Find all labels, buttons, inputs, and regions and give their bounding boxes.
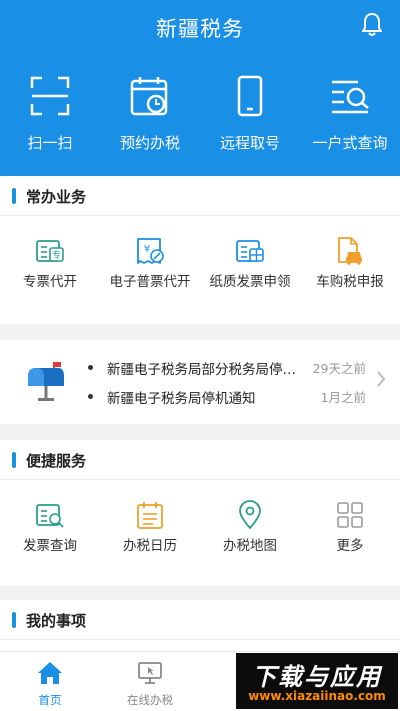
notice-item[interactable]: 新疆电子税务局部分税务局停机通知 29天之前 [88,358,378,378]
svg-text:¥: ¥ [144,244,150,255]
home-icon [38,662,62,684]
e-invoice-icon: ¥ [137,238,164,264]
tab-online-tax[interactable]: 在线办税 [100,652,200,711]
notice-title: 新疆电子税务局部分税务局停机通知 [107,362,302,378]
page-title: 新疆税务 [156,17,244,41]
section-header: 我的事项 [0,600,400,640]
quick-remote-number-button[interactable]: 远程取号 [200,74,300,164]
invoice-query-label: 发票查询 [23,538,77,554]
section-header: 常办业务 [0,176,400,216]
notice-date: 29天之前 [312,361,366,376]
grid-more-icon [337,502,363,528]
scan-icon [30,76,70,116]
search-list-icon [332,80,369,114]
section-title: 便捷服务 [26,452,87,470]
bullet-dot [88,365,93,370]
convenient-services-section: 便捷服务 发票查询 办税日历 办税地图 更多 [0,440,400,586]
watermark-title: 下载与应用 [252,663,382,691]
tax-map-label: 办税地图 [223,538,277,554]
special-invoice-label: 专票代开 [23,274,77,290]
my-items-section: 我的事项 [0,600,400,651]
bullet-dot [88,394,93,399]
paper-invoice-button[interactable]: 纸质发票申领 [200,236,300,291]
tax-calendar-label: 办税日历 [123,538,177,554]
monitor-icon [138,662,162,684]
phone-icon [237,75,263,117]
tax-map-button[interactable]: 办税地图 [200,500,300,555]
quick-account-query-label: 一户式查询 [312,134,388,152]
section-header: 便捷服务 [0,440,400,480]
vehicle-tax-icon [338,237,362,265]
quick-scan-label: 扫一扫 [27,134,73,152]
svg-text:专: 专 [52,249,61,261]
tab-home[interactable]: 首页 [0,652,100,711]
section-title: 我的事项 [26,612,87,630]
special-invoice-button[interactable]: 专 专票代开 [0,236,100,291]
convenient-services-grid: 发票查询 办税日历 办税地图 更多 [0,480,400,555]
bell-icon[interactable] [360,12,384,38]
section-marker [12,452,16,468]
map-pin-icon [239,500,261,529]
e-invoice-button[interactable]: ¥ 电子普票代开 [100,236,200,291]
paper-invoice-icon [236,240,264,262]
tax-calendar-button[interactable]: 办税日历 [100,500,200,555]
section-marker [12,612,16,628]
quick-remote-number-label: 远程取号 [219,134,280,152]
invoice-query-button[interactable]: 发票查询 [0,500,100,555]
chevron-right-icon[interactable] [376,370,386,388]
calendar-clock-icon [130,77,168,116]
common-business-grid: 专 专票代开 ¥ 电子普票代开 纸质发票申领 车购税申报 [0,216,400,291]
tab-home-label: 首页 [38,693,62,707]
vehicle-tax-button[interactable]: 车购税申报 [300,236,400,291]
section-title: 常办业务 [26,188,87,206]
notice-item[interactable]: 新疆电子税务局停机通知 1月之前 [88,387,378,407]
invoice-query-icon [36,504,64,528]
notice-panel[interactable]: 新疆电子税务局部分税务局停机通知 29天之前 新疆电子税务局停机通知 1月之前 [0,340,400,424]
notice-date: 1月之前 [320,390,366,405]
quick-scan-button[interactable]: 扫一扫 [0,74,100,164]
mailbox-icon [28,362,64,401]
watermark-logo: 下载与应用 www.xiazaiinao.com [236,653,398,709]
special-invoice-icon: 专 [36,240,64,262]
quick-appointment-button[interactable]: 预约办税 [100,74,200,164]
tab-online-tax-label: 在线办税 [127,693,173,707]
quick-appointment-label: 预约办税 [119,134,180,152]
common-business-section: 常办业务 专 专票代开 ¥ 电子普票代开 纸质发票申领 车购税申报 [0,176,400,324]
more-label: 更多 [336,538,364,554]
vehicle-tax-label: 车购税申报 [316,274,384,290]
notice-title: 新疆电子税务局停机通知 [107,391,256,407]
app-header: 新疆税务 扫一扫 预约办税 远程取号 一户式查询 [0,0,400,176]
section-marker [12,188,16,204]
paper-invoice-label: 纸质发票申领 [209,274,291,290]
e-invoice-label: 电子普票代开 [109,274,191,290]
watermark-url: www.xiazaiinao.com [248,689,386,703]
quick-actions: 扫一扫 预约办税 远程取号 一户式查询 [0,74,400,164]
tax-calendar-icon [137,502,163,529]
quick-account-query-button[interactable]: 一户式查询 [300,74,400,164]
more-button[interactable]: 更多 [300,500,400,555]
